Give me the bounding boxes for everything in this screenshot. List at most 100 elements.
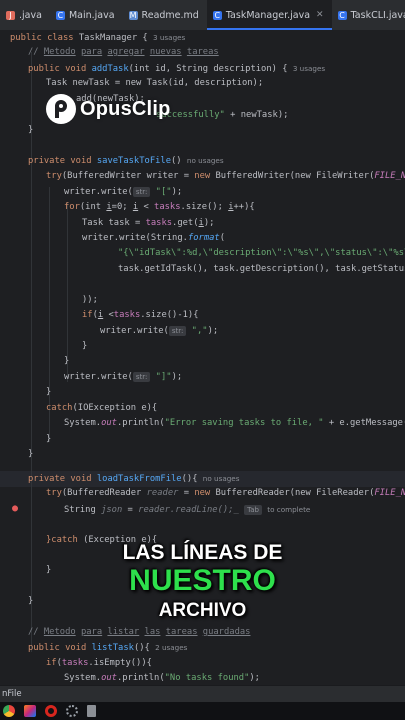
code-line[interactable]: catch(IOException e){ [46, 401, 157, 416]
usages-hint[interactable]: no usages [203, 474, 240, 483]
editor-tab-bar: J .java C Main.java M Readme.md C TaskMa… [0, 0, 405, 31]
code-token: + newTask); [224, 110, 289, 120]
code-token: out [101, 418, 117, 428]
code-line[interactable]: } [46, 385, 51, 400]
code-token: String [64, 505, 102, 515]
code-token: listTask [91, 643, 134, 653]
chrome-icon[interactable] [3, 705, 15, 717]
code-line[interactable]: System.out.println("Error saving tasks t… [64, 416, 405, 431]
code-token: (BufferedReader [61, 488, 147, 498]
code-token: } [64, 356, 70, 366]
code-line[interactable]: } [64, 354, 69, 369]
code-token: FILE_NAME [374, 171, 405, 181]
code-token: private void [28, 474, 97, 484]
code-line[interactable]: try(BufferedWriter writer = new Buffered… [46, 169, 405, 184]
settings-icon[interactable] [66, 705, 78, 717]
code-line[interactable]: public class TaskManager { 3 usages [10, 30, 185, 45]
code-line[interactable]: successfully" + newTask); [156, 108, 288, 123]
param-hint: str: [168, 326, 187, 336]
code-token: < [103, 310, 114, 320]
inline-completion-suggestion[interactable]: reader.readLine();_ [138, 505, 239, 515]
code-token: new [194, 488, 216, 498]
code-line[interactable]: private void saveTaskToFile() no usages [28, 153, 224, 168]
code-token: out [101, 673, 117, 683]
tab-taskcli-java[interactable]: C TaskCLI.java [332, 0, 405, 30]
code-token: guardadas [202, 627, 251, 637]
code-line[interactable]: public void addTask(int id, String descr… [28, 61, 325, 76]
code-token: .isEmpty()){ [88, 658, 152, 668]
usages-hint[interactable]: 2 usages [155, 643, 187, 652]
code-token: para [80, 47, 103, 57]
code-line[interactable]: } [28, 123, 33, 138]
code-token: saveTaskToFile [96, 156, 172, 166]
code-token: tasks [154, 202, 181, 212]
code-token: "Error saving tasks to file, " [164, 418, 324, 428]
code-token: )); [82, 295, 98, 305]
code-line[interactable]: String json = reader.readLine();_ Tab to… [64, 502, 310, 517]
code-token: listar [107, 627, 140, 637]
code-line[interactable]: } [28, 447, 33, 462]
code-token: loadTaskFromFile [96, 474, 182, 484]
intellij-icon[interactable] [24, 705, 36, 717]
usages-hint[interactable]: no usages [187, 156, 224, 165]
code-token: } [46, 387, 52, 397]
code-token: ); [171, 372, 183, 382]
tab-readme-md[interactable]: M Readme.md [123, 0, 207, 30]
code-line[interactable]: for(int i=0; i < tasks.size(); i++){ [64, 200, 255, 215]
error-bulb-icon[interactable]: ● [12, 504, 21, 514]
tab-main-java[interactable]: C Main.java [50, 0, 123, 30]
code-line[interactable]: private void loadTaskFromFile(){ no usag… [28, 471, 239, 486]
tab-taskmanager-java[interactable]: C TaskManager.java ✕ [206, 0, 332, 30]
code-line[interactable]: writer.write(String.format( [82, 231, 225, 246]
code-token: .println( [116, 418, 165, 428]
close-icon[interactable]: ✕ [316, 10, 324, 20]
tab-label: Main.java [68, 9, 115, 21]
code-token: if [82, 310, 93, 320]
code-token: new [194, 171, 216, 181]
code-line[interactable]: } [46, 432, 51, 447]
code-line[interactable]: )); [82, 293, 98, 308]
java-class-icon: C [212, 10, 222, 20]
code-token: ); [249, 673, 260, 683]
os-taskbar [0, 702, 405, 720]
code-line[interactable]: writer.write(str: "]"); [64, 370, 182, 385]
code-token: BufferedWriter(new FileWriter( [215, 171, 375, 181]
code-token: FILE_NAME [374, 488, 405, 498]
java-class-icon: C [337, 10, 347, 20]
code-token: .size(); [180, 202, 229, 212]
code-line[interactable]: try(BufferedReader reader = new Buffered… [46, 486, 405, 501]
usages-hint[interactable]: 3 usages [153, 33, 185, 42]
code-comment[interactable]: // Metodo para listar las tareas guardad… [28, 625, 250, 640]
code-line[interactable]: task.getIdTask(), task.getDescription(),… [118, 262, 405, 277]
code-token: System. [64, 418, 102, 428]
code-line[interactable]: "{\"idTask\":%d,\"description\":\"%s\",\… [118, 246, 405, 261]
usages-hint[interactable]: 3 usages [293, 64, 325, 73]
file-icon[interactable] [87, 705, 96, 717]
code-line[interactable]: if(tasks.isEmpty()){ [46, 656, 152, 671]
java-class-icon: C [55, 10, 65, 20]
code-comment[interactable]: // Metodo para agregar nuevas tareas [28, 45, 219, 60]
code-token: Task task = [82, 218, 146, 228]
code-line[interactable]: Task newTask = new Task(id, description)… [46, 76, 263, 91]
code-token: reader [146, 488, 179, 498]
tab-file-java[interactable]: J .java [0, 0, 50, 30]
code-line[interactable]: if(i <tasks.size()-1){ [82, 308, 199, 323]
code-line[interactable]: Task task = tasks.get(i); [82, 216, 214, 231]
markdown-icon: M [128, 10, 138, 20]
opera-icon[interactable] [45, 705, 57, 717]
code-token: las [144, 627, 161, 637]
caption-line-2: NUESTRO [129, 564, 276, 597]
code-token: (){ [181, 474, 198, 484]
code-line[interactable]: public void listTask(){ 2 usages [28, 640, 187, 655]
code-token: ); [171, 187, 183, 197]
code-token: "[" [150, 187, 172, 197]
code-line[interactable]: writer.write(str: ","); [100, 324, 218, 339]
code-token: ++){ [233, 202, 255, 212]
code-line[interactable]: } [82, 339, 87, 354]
code-token: (int id, String description) { [128, 64, 288, 74]
code-line[interactable]: writer.write(str: "["); [64, 185, 182, 200]
code-line[interactable]: System.out.println("No tasks found"); [64, 671, 260, 685]
code-token: ); [207, 326, 219, 336]
status-bar: nFile [0, 685, 405, 702]
code-token: nuevas [149, 47, 182, 57]
